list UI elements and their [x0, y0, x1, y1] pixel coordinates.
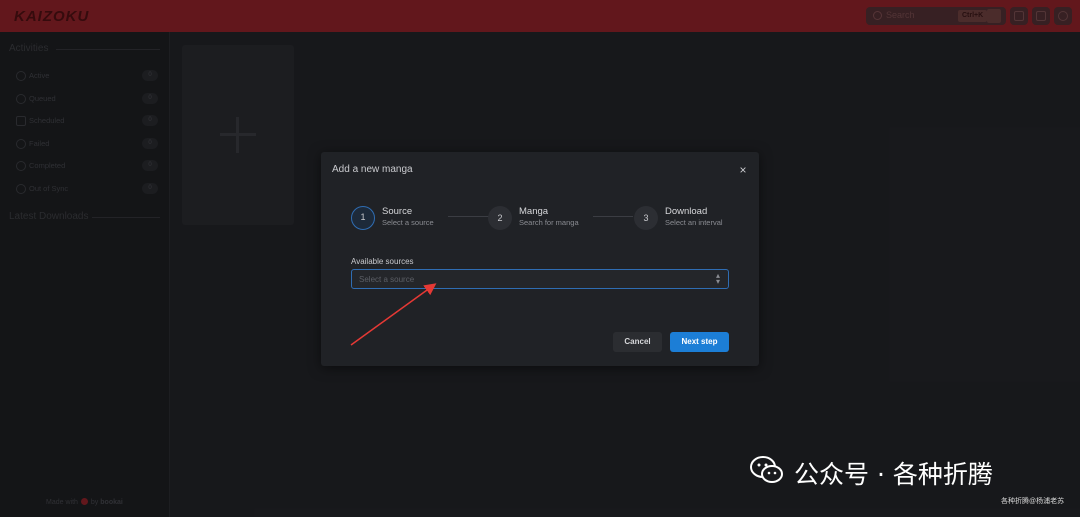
source-select[interactable]: Select a source ▴ ▾ — [351, 269, 729, 289]
step-number: 1 — [351, 206, 375, 230]
cancel-button[interactable]: Cancel — [613, 332, 662, 352]
close-icon[interactable]: × — [736, 163, 750, 177]
watermark-subtext: 各种折腾@杨浦老苏 — [1001, 498, 1065, 505]
step-connector — [593, 216, 633, 217]
step-description: Select a source — [382, 218, 434, 227]
step-title: Manga — [519, 206, 549, 217]
next-step-button[interactable]: Next step — [670, 332, 729, 352]
watermark: 公众号 · 各种折腾 各种折腾@杨浦老苏 — [740, 445, 1064, 505]
modal-title: Add a new manga — [332, 164, 413, 175]
step-description: Select an interval — [665, 218, 723, 227]
select-placeholder: Select a source — [359, 275, 415, 284]
watermark-text: 公众号 · 各种折腾 — [794, 460, 993, 489]
step-number: 2 — [488, 206, 512, 230]
wechat-icon — [750, 456, 783, 483]
sources-label: Available sources — [351, 257, 414, 266]
step-title: Download — [665, 206, 708, 217]
step-description: Search for manga — [519, 218, 579, 227]
chevron-up-down-icon: ▴ ▾ — [716, 271, 721, 286]
add-manga-modal: Add a new manga × 1 Source Select a sour… — [321, 152, 759, 366]
step-title: Source — [382, 206, 413, 217]
step-number: 3 — [634, 206, 658, 230]
